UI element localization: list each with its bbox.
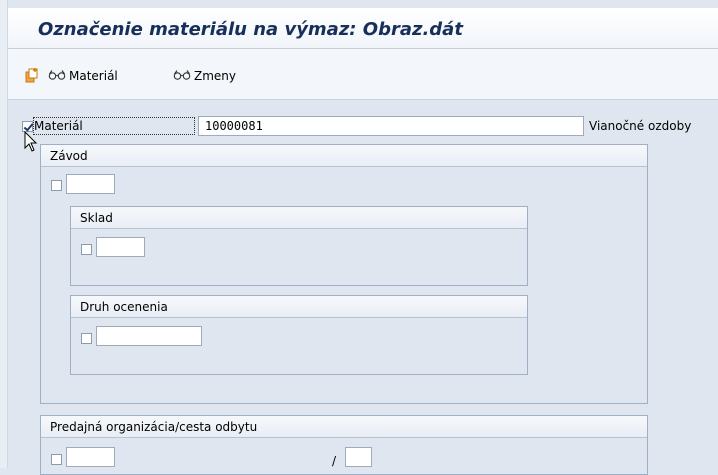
valuation-group-header: Druh ocenenia: [71, 296, 527, 318]
glasses-icon: [173, 69, 191, 84]
title-bar: Označenie materiálu na výmaz: Obraz.dát: [8, 8, 718, 49]
main-content: Materiál 10000081 Vianočné ozdoby Závod …: [8, 100, 718, 475]
sales-group-header: Predajná organizácia/cesta odbytu: [41, 416, 647, 438]
plant-group: Závod Sklad Druh ocenenia: [40, 144, 648, 404]
glasses-icon: [48, 69, 66, 84]
valuation-checkbox[interactable]: [81, 333, 92, 344]
separator-slash: /: [332, 454, 337, 468]
storage-group-header: Sklad: [71, 207, 527, 229]
plant-group-header: Závod: [41, 145, 647, 167]
sales-checkbox[interactable]: [51, 454, 62, 465]
changes-label: Zmeny: [194, 69, 236, 83]
storage-location-field[interactable]: [96, 237, 145, 257]
plant-group-title: Závod: [50, 149, 88, 163]
page-title: Označenie materiálu na výmaz: Obraz.dát: [38, 19, 463, 40]
sap-window: Označenie materiálu na výmaz: Obraz.dát: [0, 0, 718, 475]
new-document-icon: [24, 67, 40, 86]
storage-group: Sklad: [70, 206, 528, 286]
plant-checkbox[interactable]: [51, 180, 62, 191]
display-material-button[interactable]: Materiál: [48, 67, 118, 85]
sales-organization-field[interactable]: [66, 447, 115, 467]
sales-group: Predajná organizácia/cesta odbytu /: [40, 415, 648, 475]
mouse-pointer-icon: [24, 130, 38, 156]
distribution-channel-field[interactable]: [345, 447, 372, 467]
storage-checkbox[interactable]: [81, 244, 92, 255]
application-toolbar: Materiál Zmeny: [8, 49, 718, 100]
valuation-group: Druh ocenenia: [70, 295, 528, 375]
create-button[interactable]: [24, 67, 40, 85]
display-material-label: Materiál: [69, 69, 118, 83]
storage-group-title: Sklad: [80, 211, 113, 225]
material-number-field[interactable]: 10000081: [198, 116, 584, 136]
material-label: Materiál: [34, 119, 83, 133]
plant-field[interactable]: [66, 174, 115, 194]
valuation-type-field[interactable]: [96, 326, 202, 346]
material-description: Vianočné ozdoby: [589, 119, 692, 133]
sales-group-title: Predajná organizácia/cesta odbytu: [50, 420, 258, 434]
window-left-edge: [0, 0, 8, 468]
valuation-group-title: Druh ocenenia: [80, 300, 168, 314]
changes-button[interactable]: Zmeny: [173, 67, 236, 85]
